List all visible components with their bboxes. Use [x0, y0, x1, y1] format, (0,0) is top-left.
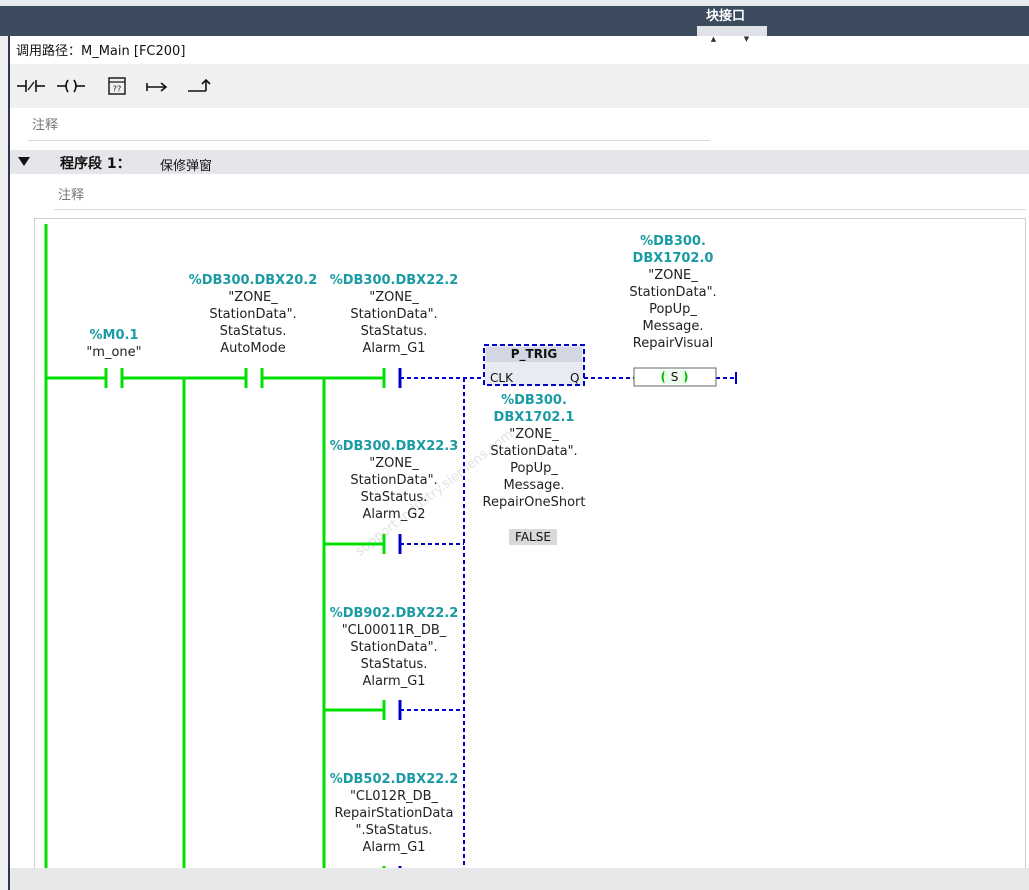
contact-automode[interactable]: [244, 368, 264, 388]
coil-symbol-line: PopUp_: [649, 302, 697, 317]
coil-type: S: [671, 370, 679, 384]
contact-1-symbol-line: "m_one": [86, 345, 141, 360]
p-trig-instance-symbol-line: RepairOneShort: [483, 495, 586, 510]
ladder-diagram: support.industry.siemens.com P_TRIG CLK …: [44, 224, 737, 886]
coil-symbol-line: "ZONE_: [648, 268, 698, 283]
contact-4-symbol-line: StaStatus.: [361, 490, 428, 505]
coil-symbol-line: StationData".: [629, 285, 716, 300]
p-trig-instance-symbol-line: Message.: [503, 478, 564, 493]
contact-3-symbol-line: Alarm_G1: [362, 341, 425, 356]
contact-2-symbol-line: "ZONE_: [228, 290, 278, 305]
contact-6-symbol-line: "CL012R_DB_: [350, 789, 439, 804]
bottom-status-bar: [10, 868, 1029, 890]
contact-6-symbol-line: ".StaStatus.: [356, 823, 433, 838]
contact-2-symbol-line: AutoMode: [220, 341, 286, 356]
p-trig-clk-pin: CLK: [490, 371, 514, 385]
p-trig-instance-symbol-line: "ZONE_: [509, 427, 559, 442]
p-trig-block[interactable]: P_TRIG CLK Q: [483, 344, 585, 386]
contact-4-symbol-line: Alarm_G2: [362, 507, 425, 522]
contact-2-symbol-line: StationData".: [209, 307, 296, 322]
contact-4-address: %DB300.DBX22.3: [330, 439, 459, 454]
contact-3-address: %DB300.DBX22.2: [330, 273, 459, 288]
p-trig-instance-symbol-line: StationData".: [490, 444, 577, 459]
contact-1-address: %M0.1: [90, 328, 139, 343]
contact-2-address: %DB300.DBX20.2: [189, 273, 318, 288]
coil-symbol-line: RepairVisual: [633, 336, 713, 351]
contact-3-symbol-line: StaStatus.: [361, 324, 428, 339]
set-coil[interactable]: S: [633, 367, 717, 387]
p-trig-instance-symbol-line: PopUp_: [510, 461, 558, 476]
contact-alarm-g1[interactable]: [382, 368, 402, 388]
contact-5-symbol-line: StaStatus.: [361, 657, 428, 672]
coil-address: %DB300.: [640, 234, 706, 249]
contact-m0-1[interactable]: [104, 368, 124, 388]
p-trig-q-pin: Q: [570, 371, 579, 385]
trig-value-badge: FALSE: [509, 529, 557, 545]
trig-value: FALSE: [515, 530, 551, 544]
coil-address: DBX1702.0: [633, 251, 714, 266]
contact-6-symbol-line: RepairStationData: [335, 806, 454, 821]
contact-4-symbol-line: StationData".: [350, 473, 437, 488]
contact-cl00011r-alarm-g1[interactable]: [382, 700, 402, 720]
contact-3-symbol-line: StationData".: [350, 307, 437, 322]
contact-5-address: %DB902.DBX22.2: [330, 606, 459, 621]
p-trig-instance-address: DBX1702.1: [494, 410, 575, 425]
contact-6-address: %DB502.DBX22.2: [330, 772, 459, 787]
contact-6-symbol-line: Alarm_G1: [362, 840, 425, 855]
contact-2-symbol-line: StaStatus.: [220, 324, 287, 339]
contact-5-symbol-line: StationData".: [350, 640, 437, 655]
coil-symbol-line: Message.: [642, 319, 703, 334]
contact-5-symbol-line: Alarm_G1: [362, 674, 425, 689]
contact-3-symbol-line: "ZONE_: [369, 290, 419, 305]
p-trig-instance-address: %DB300.: [501, 393, 567, 408]
contact-4-symbol-line: "ZONE_: [369, 456, 419, 471]
contact-5-symbol-line: "CL00011R_DB_: [342, 623, 447, 638]
p-trig-name: P_TRIG: [511, 347, 558, 362]
